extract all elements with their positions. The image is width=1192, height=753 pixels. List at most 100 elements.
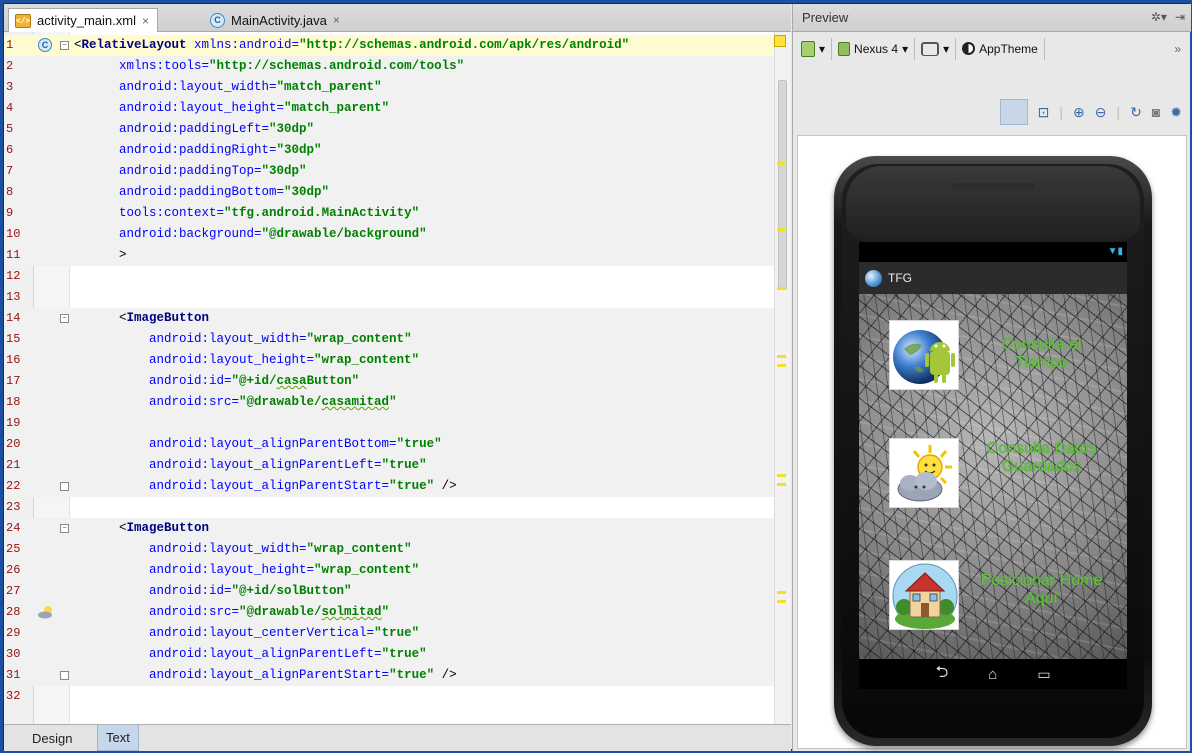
code-line[interactable]: 5 android:paddingLeft="30dp" bbox=[4, 119, 774, 140]
line-number: 21 bbox=[6, 458, 21, 472]
screenshot-camera-icon[interactable]: ◙ bbox=[1152, 104, 1160, 120]
tab-activity-main-xml[interactable]: </> activity_main.xml × bbox=[8, 8, 158, 32]
drawable-preview-icon[interactable] bbox=[37, 605, 55, 619]
code-line[interactable]: 11 > bbox=[4, 245, 774, 266]
code-line[interactable]: 6 android:paddingRight="30dp" bbox=[4, 140, 774, 161]
close-tab-icon[interactable]: × bbox=[333, 13, 340, 27]
code-line[interactable]: 17 android:id="@+id/casaButton" bbox=[4, 371, 774, 392]
zoom-to-fit-icon[interactable] bbox=[999, 99, 1028, 125]
theme-dropdown[interactable]: AppTheme bbox=[962, 42, 1038, 56]
code-text: android:layout_alignParentStart="true" /… bbox=[149, 479, 457, 493]
line-number: 24 bbox=[6, 521, 21, 535]
refresh-icon[interactable]: ↻ bbox=[1130, 104, 1142, 121]
java-class-icon: C bbox=[210, 12, 225, 28]
line-number: 16 bbox=[6, 353, 21, 367]
warning-status-icon[interactable] bbox=[774, 35, 786, 47]
code-line[interactable]: 30 android:layout_alignParentLeft="true" bbox=[4, 644, 774, 665]
zoom-out-icon[interactable]: ⊖ bbox=[1095, 104, 1107, 121]
fold-collapse-icon[interactable]: − bbox=[60, 524, 69, 533]
fold-end-icon[interactable] bbox=[60, 671, 69, 680]
tiempo-image-button[interactable] bbox=[889, 320, 959, 390]
code-line[interactable]: 15 android:layout_width="wrap_content" bbox=[4, 329, 774, 350]
fold-collapse-icon[interactable]: − bbox=[60, 41, 69, 50]
line-number: 2 bbox=[6, 59, 14, 73]
back-icon[interactable]: ⮌ bbox=[935, 661, 948, 688]
code-text: android:layout_height="wrap_content" bbox=[149, 563, 420, 577]
code-line[interactable]: 23 bbox=[4, 497, 774, 518]
navigation-bar: ⮌ ⌂ ▭ bbox=[859, 659, 1127, 689]
editor-scrollbar-thumb[interactable] bbox=[778, 80, 787, 290]
code-line[interactable]: 24 <ImageButton − bbox=[4, 518, 774, 539]
code-text: <ImageButton bbox=[119, 311, 210, 325]
warning-marker[interactable] bbox=[777, 355, 786, 358]
tab-design[interactable]: Design bbox=[24, 725, 80, 751]
code-line[interactable]: 26 android:layout_height="wrap_content" bbox=[4, 560, 774, 581]
code-line[interactable]: 32 bbox=[4, 686, 774, 707]
orientation-icon bbox=[921, 41, 940, 56]
code-editor[interactable]: 1 <RelativeLayout xmlns:android="http://s… bbox=[4, 32, 791, 724]
hide-panel-icon[interactable]: ⇥ bbox=[1175, 10, 1185, 24]
orientation-dropdown[interactable]: ▾ bbox=[921, 41, 949, 56]
tab-mainactivity-java[interactable]: C MainActivity.java × bbox=[204, 8, 348, 32]
fold-collapse-icon[interactable]: − bbox=[60, 314, 69, 323]
warning-marker[interactable] bbox=[777, 591, 786, 594]
zoom-in-icon[interactable]: ⊕ bbox=[1073, 104, 1085, 121]
overflow-chevron-icon[interactable]: » bbox=[1174, 42, 1181, 56]
editor-mode-tabs: Design Text bbox=[4, 724, 791, 751]
code-line[interactable]: 1 <RelativeLayout xmlns:android="http://s… bbox=[4, 35, 774, 56]
phone-speaker bbox=[952, 183, 1034, 189]
code-line[interactable]: 2 xmlns:tools="http://schemas.android.co… bbox=[4, 56, 774, 77]
code-line[interactable]: 13 bbox=[4, 287, 774, 308]
code-line[interactable]: 20 android:layout_alignParentBottom="tru… bbox=[4, 434, 774, 455]
code-line[interactable]: 19 bbox=[4, 413, 774, 434]
line-number: 3 bbox=[6, 80, 14, 94]
related-class-icon[interactable]: C bbox=[38, 38, 52, 52]
globe-android-icon bbox=[893, 330, 955, 384]
warning-marker[interactable] bbox=[777, 600, 786, 603]
recent-apps-icon[interactable]: ▭ bbox=[1037, 666, 1050, 683]
home-label: Posicionar Home Aquí bbox=[980, 572, 1103, 607]
code-line[interactable]: 9 tools:context="tfg.android.MainActivit… bbox=[4, 203, 774, 224]
code-line[interactable]: 28 android:src="@drawable/solmitad" bbox=[4, 602, 774, 623]
home-icon[interactable]: ⌂ bbox=[988, 666, 997, 683]
tiempo-label: Consulta el Tiempo bbox=[1001, 336, 1082, 371]
code-line[interactable]: 27 android:id="@+id/solButton" bbox=[4, 581, 774, 602]
code-line[interactable]: 14 <ImageButton − bbox=[4, 308, 774, 329]
line-number: 18 bbox=[6, 395, 21, 409]
warning-marker[interactable] bbox=[777, 483, 786, 486]
warning-marker[interactable] bbox=[777, 474, 786, 477]
device-dropdown[interactable]: Nexus 4 ▾ bbox=[838, 41, 908, 56]
warning-marker[interactable] bbox=[777, 364, 786, 367]
code-line[interactable]: 8 android:paddingBottom="30dp" bbox=[4, 182, 774, 203]
sol-image-button[interactable] bbox=[889, 438, 959, 508]
separator bbox=[1043, 37, 1045, 60]
options-gear-icon[interactable]: ✹ bbox=[1170, 104, 1182, 121]
code-line[interactable]: 21 android:layout_alignParentLeft="true" bbox=[4, 455, 774, 476]
fold-end-icon[interactable] bbox=[60, 482, 69, 491]
close-tab-icon[interactable]: × bbox=[142, 14, 149, 28]
warning-marker[interactable] bbox=[777, 287, 786, 290]
actual-size-icon[interactable]: ⊡ bbox=[1038, 104, 1050, 121]
code-line[interactable]: 18 android:src="@drawable/casamitad" bbox=[4, 392, 774, 413]
warning-marker[interactable] bbox=[777, 162, 786, 165]
code-line[interactable]: 16 android:layout_height="wrap_content" bbox=[4, 350, 774, 371]
tab-text[interactable]: Text bbox=[97, 725, 139, 751]
device-config-dropdown[interactable]: ▾ bbox=[801, 40, 825, 57]
code-line[interactable]: 25 android:layout_width="wrap_content" bbox=[4, 539, 774, 560]
code-text: android:layout_width="match_parent" bbox=[119, 80, 382, 94]
warning-marker[interactable] bbox=[777, 228, 786, 231]
code-line[interactable]: 12 bbox=[4, 266, 774, 287]
code-line[interactable]: 4 android:layout_height="match_parent" bbox=[4, 98, 774, 119]
code-line[interactable]: 7 android:paddingTop="30dp" bbox=[4, 161, 774, 182]
code-line[interactable]: 31 android:layout_alignParentStart="true… bbox=[4, 665, 774, 686]
code-line[interactable]: 10 android:background="@drawable/backgro… bbox=[4, 224, 774, 245]
separator bbox=[955, 37, 957, 60]
preview-header: Preview ✲▾ ⇥ bbox=[793, 4, 1191, 32]
settings-gear-icon[interactable]: ✲▾ bbox=[1151, 10, 1167, 24]
code-line[interactable]: 29 android:layout_centerVertical="true" bbox=[4, 623, 774, 644]
code-line[interactable]: 22 android:layout_alignParentStart="true… bbox=[4, 476, 774, 497]
line-number: 1 bbox=[6, 38, 14, 52]
line-number: 22 bbox=[6, 479, 21, 493]
casa-image-button[interactable] bbox=[889, 560, 959, 630]
code-line[interactable]: 3 android:layout_width="match_parent" bbox=[4, 77, 774, 98]
